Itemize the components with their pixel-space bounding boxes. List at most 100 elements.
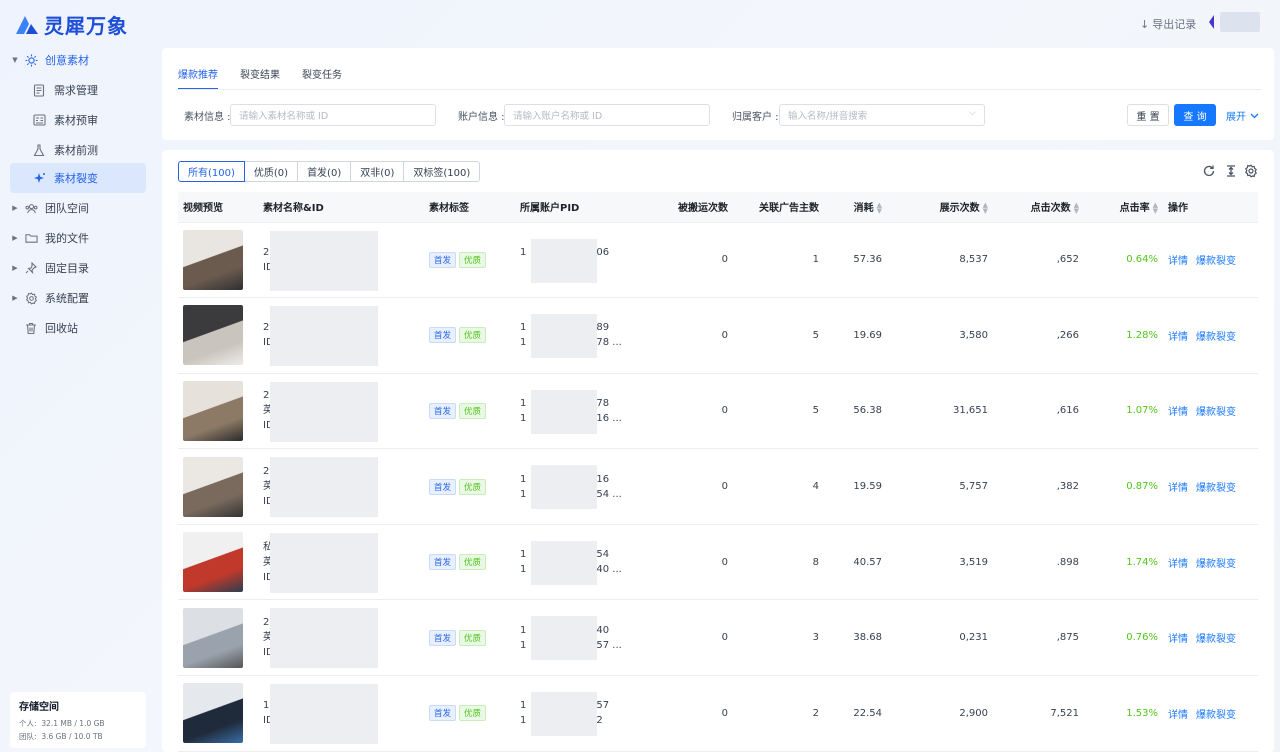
detail-link[interactable]: 详情	[1168, 710, 1188, 721]
storage-panel: 存储空间 个人: 32.1 MB / 1.0 GB 团队: 3.6 GB / 1…	[10, 692, 146, 748]
sort-icon: ▲ ▼	[982, 201, 988, 216]
sidebar-item-label: 系统配置	[45, 292, 89, 305]
col-tags: 素材标签	[424, 192, 515, 223]
chevron-down-icon	[1250, 113, 1259, 118]
sidebar-item-settings[interactable]: ▶ 系统配置	[0, 284, 158, 312]
export-records-button[interactable]: ↓ 导出记录	[1140, 16, 1196, 32]
col-ctr[interactable]: 点击率 ▲ ▼	[1084, 192, 1163, 223]
top-bar: 灵犀万象 ↓ 导出记录	[0, 0, 1280, 46]
moved-count: 0	[647, 675, 733, 752]
logo: 灵犀万象	[14, 10, 128, 39]
hot-fission-link[interactable]: 爆款裂变	[1196, 483, 1236, 494]
views-value: 2,900	[887, 675, 993, 752]
video-thumbnail[interactable]	[183, 305, 243, 366]
column-height-icon[interactable]	[1224, 164, 1238, 178]
tab-hot-recommend[interactable]: 爆款推荐	[178, 66, 218, 90]
segment-all[interactable]: 所有(100)	[178, 161, 245, 182]
hot-fission-link[interactable]: 爆款裂变	[1196, 256, 1236, 267]
detail-link[interactable]: 详情	[1168, 634, 1188, 645]
col-account: 所属账户PID	[515, 192, 647, 223]
table-row: 22英ID首发优质116154 ...0419.595,757,3820.87%…	[178, 448, 1258, 525]
detail-link[interactable]: 详情	[1168, 332, 1188, 343]
hot-fission-link[interactable]: 爆款裂变	[1196, 634, 1236, 645]
tag-quality: 优质	[459, 705, 487, 722]
detail-link[interactable]: 详情	[1168, 559, 1188, 570]
video-thumbnail[interactable]	[183, 532, 243, 593]
account-search-input[interactable]: 请输入账户名称或 ID	[504, 104, 710, 126]
table-row: 2二创-菀英ID首发优质178116 ...0556.3831,651,6161…	[178, 373, 1258, 450]
video-thumbnail[interactable]	[183, 607, 243, 668]
segment-first-release[interactable]: 首发(0)	[297, 161, 352, 182]
cost-value: 19.69	[824, 297, 887, 374]
views-value: 31,651	[887, 373, 993, 450]
sidebar-item-pre-test[interactable]: 素材前测	[0, 136, 158, 164]
sidebar-item-recycle-bin[interactable]: 回收站	[0, 314, 158, 342]
video-thumbnail[interactable]	[183, 229, 243, 290]
sidebar-item-team-space[interactable]: ▶ 团队空间	[0, 194, 158, 222]
hot-fission-link[interactable]: 爆款裂变	[1196, 710, 1236, 721]
clicks-value: ,875	[993, 599, 1084, 677]
detail-link[interactable]: 详情	[1168, 407, 1188, 418]
expand-filters-button[interactable]: 展开	[1226, 108, 1259, 123]
col-cost[interactable]: 消耗 ▲ ▼	[824, 192, 887, 223]
sidebar-item-pinned[interactable]: ▶ 固定目录	[0, 254, 158, 282]
sidebar-item-my-files[interactable]: ▶ 我的文件	[0, 224, 158, 252]
customer-select[interactable]: 输入名称/拼音搜索 ⌵	[779, 104, 985, 126]
caret-right-icon: ▶	[12, 204, 18, 212]
chevron-down-icon: ⌵	[969, 108, 976, 118]
redacted-block	[531, 540, 597, 585]
col-actions: 操作	[1163, 192, 1258, 223]
redacted-block	[531, 389, 597, 434]
download-icon: ↓	[1140, 17, 1150, 31]
tag-quality: 优质	[459, 554, 487, 571]
video-thumbnail[interactable]	[183, 683, 243, 744]
segment-double-tag[interactable]: 双标签(100)	[403, 161, 481, 182]
tag-first-release: 首发	[429, 478, 457, 495]
table-header-row: 视频预览 素材名称&ID 素材标签 所属账户PID 被搬运次数 关联广告主数 消…	[178, 192, 1258, 223]
video-thumbnail[interactable]	[183, 456, 243, 517]
sidebar-item-pre-review[interactable]: 素材预审	[0, 106, 158, 134]
sidebar: ▼ 创意素材 需求管理 素材预审 素材前测 素材裂变 ▶ 团队空间 ▶ 我的文件…	[0, 46, 158, 752]
col-clicks[interactable]: 点击次数 ▲ ▼	[993, 192, 1084, 223]
segment-double-non[interactable]: 双非(0)	[350, 161, 405, 182]
detail-link[interactable]: 详情	[1168, 256, 1188, 267]
tag-quality: 优质	[459, 251, 487, 268]
sidebar-item-label: 素材前测	[54, 144, 98, 157]
moved-count: 0	[647, 599, 733, 677]
video-thumbnail[interactable]	[183, 380, 243, 441]
ctr-value: 1.28%	[1084, 297, 1163, 374]
col-views[interactable]: 展示次数 ▲ ▼	[887, 192, 993, 223]
sort-icon: ▲ ▼	[1152, 201, 1158, 216]
tab-fission-results[interactable]: 裂变结果	[240, 66, 280, 90]
redacted-block	[270, 457, 378, 518]
redacted-block	[270, 306, 378, 367]
table-row: 私7英ID首发优质154140 ...0840.573,519.8981.74%…	[178, 524, 1258, 601]
reset-button[interactable]: 重 置	[1127, 104, 1169, 126]
hot-fission-link[interactable]: 爆款裂变	[1196, 559, 1236, 570]
material-search-input[interactable]: 请输入素材名称或 ID	[230, 104, 436, 126]
ctr-value: 1.07%	[1084, 373, 1163, 450]
table-body: 2创业ID首发优质1060157.368,537,6520.64%详情爆款裂变2…	[178, 222, 1258, 752]
hot-fission-link[interactable]: 爆款裂变	[1196, 407, 1236, 418]
advertiser-count: 3	[733, 599, 824, 677]
segment-quality[interactable]: 优质(0)	[243, 161, 299, 182]
detail-link[interactable]: 详情	[1168, 483, 1188, 494]
export-label: 导出记录	[1152, 18, 1197, 31]
advertiser-count: 4	[733, 448, 824, 525]
sidebar-item-creative-assets[interactable]: ▼ 创意素材	[0, 46, 158, 74]
sidebar-item-requirements[interactable]: 需求管理	[0, 76, 158, 104]
redacted-block	[531, 314, 597, 359]
settings-gear-icon[interactable]	[1244, 164, 1258, 178]
clicks-value: .898	[993, 524, 1084, 601]
tag-first-release: 首发	[429, 402, 457, 419]
advertiser-count: 2	[733, 675, 824, 752]
hot-fission-link[interactable]: 爆款裂变	[1196, 332, 1236, 343]
advertiser-count: 5	[733, 297, 824, 374]
user-avatar[interactable]	[1208, 11, 1262, 33]
sidebar-item-label: 创意素材	[45, 54, 89, 67]
query-button[interactable]: 查 询	[1174, 104, 1216, 126]
sidebar-item-fission[interactable]: 素材裂变	[10, 163, 146, 193]
refresh-icon[interactable]	[1202, 164, 1216, 178]
tab-fission-tasks[interactable]: 裂变任务	[302, 66, 342, 90]
cost-value: 56.38	[824, 373, 887, 450]
